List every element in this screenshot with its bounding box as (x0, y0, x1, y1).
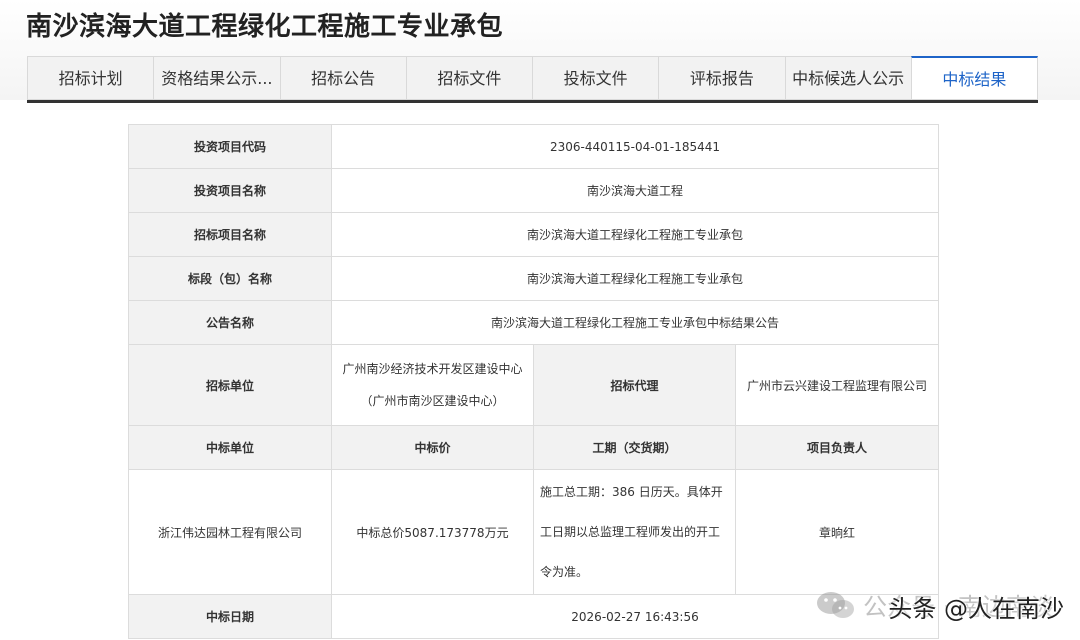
project-name-value: 南沙滨海大道工程 (330, 168, 940, 213)
tab-qualification-result[interactable]: 资格结果公示... (153, 56, 280, 100)
winner-value: 浙江伟达园林工程有限公司 (128, 469, 332, 595)
winner-label: 中标单位 (128, 425, 332, 470)
price-label: 中标价 (331, 425, 534, 470)
page-title: 南沙滨海大道工程绿化工程施工专业承包 (26, 12, 504, 42)
tab-bar: 招标计划 资格结果公示... 招标公告 招标文件 投标文件 评标报告 中标候选人… (27, 56, 1038, 103)
tab-evaluation-report[interactable]: 评标报告 (658, 56, 785, 100)
tenderer-value: 广州南沙经济技术开发区建设中心 （广州市南沙区建设中心） (331, 344, 534, 426)
table-row: 投资项目代码 2306-440115-04-01-185441 (128, 124, 940, 169)
tab-bid-plan[interactable]: 招标计划 (27, 56, 154, 100)
section-name-value: 南沙滨海大道工程绿化工程施工专业承包 (330, 256, 940, 301)
manager-label: 项目负责人 (734, 425, 940, 470)
project-name-label: 投资项目名称 (128, 168, 332, 213)
tender-project-name-label: 招标项目名称 (128, 212, 332, 257)
notice-name-value: 南沙滨海大道工程绿化工程施工专业承包中标结果公告 (330, 300, 940, 345)
tenderer-line-2: （广州市南沙区建设中心） (360, 394, 505, 408)
manager-value: 章晌红 (734, 469, 940, 595)
agent-value: 广州市云兴建设工程监理有限公司 (734, 344, 940, 426)
project-code-value: 2306-440115-04-01-185441 (330, 124, 940, 169)
tab-tender-notice[interactable]: 招标公告 (279, 56, 406, 100)
duration-label: 工期（交货期） (533, 425, 736, 470)
project-code-label: 投资项目代码 (128, 124, 332, 169)
tab-bid-documents[interactable]: 投标文件 (532, 56, 659, 100)
table-row: 标段（包）名称 南沙滨海大道工程绿化工程施工专业承包 (128, 256, 940, 301)
award-date-value: 2026-02-27 16:43:56 (330, 594, 940, 639)
table-row: 浙江伟达园林工程有限公司 中标总价5087.173778万元 施工总工期：386… (128, 469, 940, 595)
tab-award-result[interactable]: 中标结果 (910, 56, 1038, 100)
table-row: 中标日期 2026-02-27 16:43:56 (128, 594, 940, 639)
table-row: 招标项目名称 南沙滨海大道工程绿化工程施工专业承包 (128, 212, 940, 257)
section-name-label: 标段（包）名称 (128, 256, 332, 301)
tab-candidate-notice[interactable]: 中标候选人公示 (784, 56, 911, 100)
table-row: 招标单位 广州南沙经济技术开发区建设中心 （广州市南沙区建设中心） 招标代理 广… (128, 344, 940, 426)
table-row: 投资项目名称 南沙滨海大道工程 (128, 168, 940, 213)
table-row: 公告名称 南沙滨海大道工程绿化工程施工专业承包中标结果公告 (128, 300, 940, 345)
notice-name-label: 公告名称 (128, 300, 332, 345)
table-row: 中标单位 中标价 工期（交货期） 项目负责人 (128, 425, 940, 470)
agent-label: 招标代理 (533, 344, 736, 426)
price-value: 中标总价5087.173778万元 (331, 469, 534, 595)
tender-project-name-value: 南沙滨海大道工程绿化工程施工专业承包 (330, 212, 940, 257)
award-date-label: 中标日期 (128, 594, 332, 639)
award-info-table: 投资项目代码 2306-440115-04-01-185441 投资项目名称 南… (128, 124, 940, 639)
tenderer-label: 招标单位 (128, 344, 332, 426)
tab-tender-documents[interactable]: 招标文件 (405, 56, 532, 100)
tenderer-line-1: 广州南沙经济技术开发区建设中心 (342, 362, 523, 376)
duration-value: 施工总工期：386 日历天。具体开工日期以总监理工程师发出的开工令为准。 (533, 469, 736, 595)
